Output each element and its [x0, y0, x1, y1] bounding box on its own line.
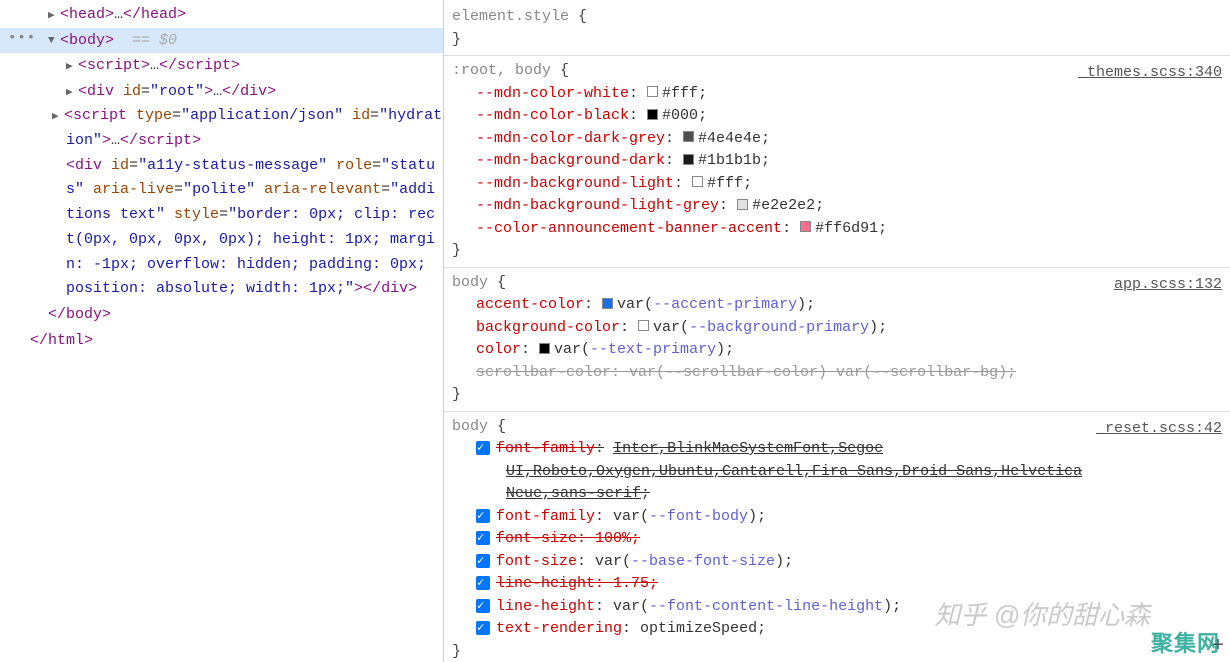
- css-prop---mdn-background-dark[interactable]: --mdn-background-dark: #1b1b1b;: [452, 150, 1222, 173]
- color-swatch[interactable]: [602, 298, 613, 309]
- toggle-checkbox[interactable]: [476, 554, 490, 568]
- css-prop---mdn-color-dark-grey[interactable]: --mdn-color-dark-grey: #4e4e4e;: [452, 128, 1222, 151]
- dom-node-script-hydration[interactable]: ▶<script type="application/json" id="hyd…: [0, 104, 443, 154]
- dom-overflow-dots: •••: [8, 30, 36, 46]
- watermark-zhihu: 知乎 @你的甜心森: [934, 595, 1150, 632]
- selector-text: element.style: [452, 8, 569, 25]
- css-prop-font-family-struck[interactable]: font-family: Inter,BlinkMacSystemFont,Se…: [452, 438, 1222, 461]
- expand-arrow-icon[interactable]: ▶: [66, 58, 78, 77]
- css-prop---mdn-color-black[interactable]: --mdn-color-black: #000;: [452, 105, 1222, 128]
- css-prop---mdn-background-light[interactable]: --mdn-background-light: #fff;: [452, 173, 1222, 196]
- css-prop-font-family-struck-cont2: Neue,sans-serif;: [452, 483, 1222, 506]
- css-prop-line-height-struck[interactable]: line-height: 1.75;: [452, 573, 1222, 596]
- color-swatch[interactable]: [683, 131, 694, 142]
- rule-element-style[interactable]: element.style { }: [444, 0, 1230, 56]
- source-link-themes[interactable]: _themes.scss:340: [1078, 62, 1222, 85]
- toggle-checkbox[interactable]: [476, 576, 490, 590]
- rule-themes[interactable]: _themes.scss:340 :root, body { --mdn-col…: [444, 56, 1230, 268]
- color-swatch[interactable]: [800, 221, 811, 232]
- source-link-app[interactable]: app.scss:132: [1114, 274, 1222, 297]
- css-prop-accent-color[interactable]: accent-color: var(--accent-primary);: [452, 294, 1222, 317]
- dom-node-body-close[interactable]: </body>: [0, 302, 443, 328]
- selected-node-hint: == $0: [132, 32, 177, 49]
- css-prop-background-color[interactable]: background-color: var(--background-prima…: [452, 317, 1222, 340]
- dom-node-html-close[interactable]: </html>: [0, 328, 443, 354]
- styles-panel[interactable]: element.style { } _themes.scss:340 :root…: [444, 0, 1230, 662]
- css-prop-scrollbar-struck[interactable]: scrollbar-color: var(--scrollbar-color) …: [452, 362, 1222, 385]
- toggle-checkbox[interactable]: [476, 509, 490, 523]
- dom-node-head[interactable]: ▶<head>…</head>: [0, 2, 443, 28]
- watermark-jujiwang: 聚集网: [1151, 626, 1220, 658]
- dom-node-script-1[interactable]: ▶<script>…</script>: [0, 53, 443, 79]
- css-prop---mdn-color-white[interactable]: --mdn-color-white: #fff;: [452, 83, 1222, 106]
- css-prop-font-family[interactable]: font-family: var(--font-body);: [452, 506, 1222, 529]
- rule-app[interactable]: app.scss:132 body { accent-color: var(--…: [444, 268, 1230, 412]
- css-prop-font-size[interactable]: font-size: var(--base-font-size);: [452, 551, 1222, 574]
- selector-text: :root, body: [452, 62, 551, 79]
- css-prop-color[interactable]: color: var(--text-primary);: [452, 339, 1222, 362]
- color-swatch[interactable]: [683, 154, 694, 165]
- dom-node-div-root[interactable]: ▶<div id="root">…</div>: [0, 79, 443, 105]
- dom-node-div-a11y[interactable]: <div id="a11y-status-message" role="stat…: [0, 154, 443, 303]
- toggle-checkbox[interactable]: [476, 621, 490, 635]
- color-swatch[interactable]: [737, 199, 748, 210]
- add-rule-button[interactable]: +: [1212, 635, 1224, 658]
- elements-dom-panel[interactable]: ••• ▶<head>…</head> ▼<body> == $0 ▶<scri…: [0, 0, 444, 662]
- color-swatch[interactable]: [539, 343, 550, 354]
- color-swatch[interactable]: [647, 86, 658, 97]
- expand-arrow-icon[interactable]: ▶: [52, 108, 64, 126]
- toggle-checkbox[interactable]: [476, 531, 490, 545]
- color-swatch[interactable]: [647, 109, 658, 120]
- toggle-checkbox[interactable]: [476, 599, 490, 613]
- expand-arrow-icon[interactable]: ▶: [66, 84, 78, 103]
- css-prop-font-family-struck-cont: UI,Roboto,Oxygen,Ubuntu,Cantarell,Fira S…: [452, 461, 1222, 484]
- selector-text: body: [452, 418, 488, 435]
- selector-text: body: [452, 274, 488, 291]
- expand-arrow-icon[interactable]: ▶: [48, 7, 60, 26]
- css-prop---color-announcement-banner-accent[interactable]: --color-announcement-banner-accent: #ff6…: [452, 218, 1222, 241]
- dom-node-body-selected[interactable]: ▼<body> == $0: [0, 28, 443, 54]
- source-link-reset[interactable]: _reset.scss:42: [1096, 418, 1222, 441]
- css-prop-font-size-struck[interactable]: font-size: 100%;: [452, 528, 1222, 551]
- color-swatch[interactable]: [638, 320, 649, 331]
- collapse-arrow-icon[interactable]: ▼: [48, 32, 60, 51]
- toggle-checkbox[interactable]: [476, 441, 490, 455]
- css-prop---mdn-background-light-grey[interactable]: --mdn-background-light-grey: #e2e2e2;: [452, 195, 1222, 218]
- color-swatch[interactable]: [692, 176, 703, 187]
